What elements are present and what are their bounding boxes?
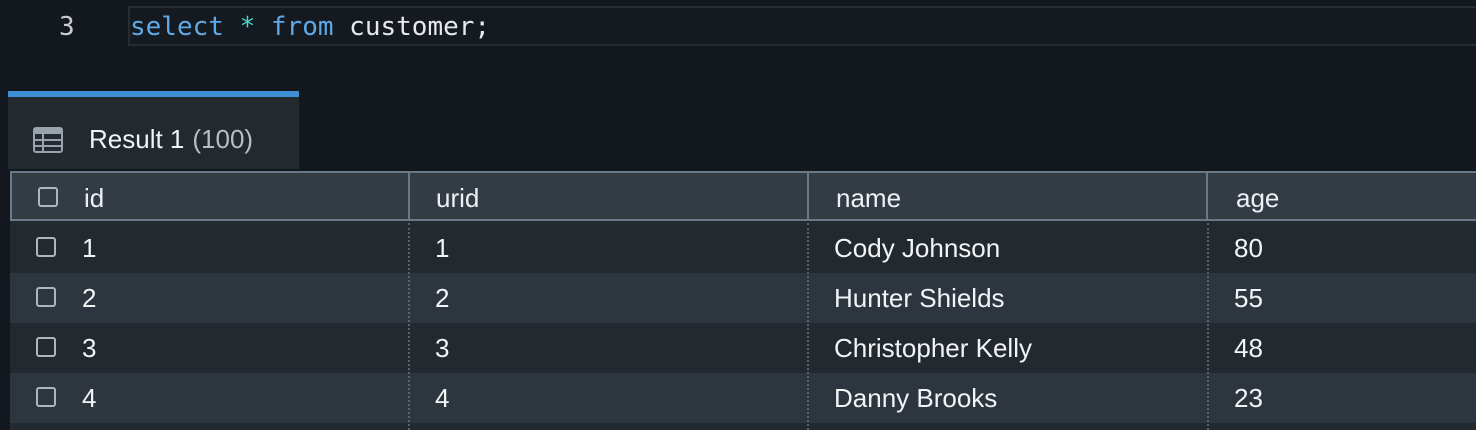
keyword-from: from bbox=[270, 12, 334, 42]
tab-label: Result 1 (100) bbox=[89, 124, 253, 154]
column-header-id[interactable]: id bbox=[10, 171, 410, 221]
cell-value: Cody Johnson bbox=[834, 233, 1001, 263]
table-row[interactable]: 2 2 Hunter Shields 55 bbox=[10, 273, 1476, 323]
row-checkbox[interactable] bbox=[36, 287, 56, 307]
cell-name[interactable]: Christopher Kelly bbox=[808, 323, 1208, 373]
table-row[interactable]: 4 4 Danny Brooks 23 bbox=[10, 373, 1476, 423]
column-header-age[interactable]: age bbox=[1206, 171, 1476, 221]
sql-editor[interactable]: 3 select * from customer; bbox=[0, 0, 1476, 56]
table-icon bbox=[33, 127, 63, 153]
column-separator bbox=[807, 223, 809, 430]
column-header-name[interactable]: name bbox=[807, 171, 1208, 221]
cell-value: 55 bbox=[1234, 283, 1263, 313]
cell-age[interactable]: 48 bbox=[1208, 323, 1476, 373]
column-separator bbox=[1207, 223, 1209, 430]
cell-value: 2 bbox=[435, 283, 450, 313]
results-grid: id urid name age 1 1 Cody Johnson 80 2 2… bbox=[10, 171, 1476, 430]
tab-result-1[interactable]: Result 1 (100) bbox=[8, 91, 299, 169]
cell-value: 3 bbox=[435, 333, 450, 363]
row-checkbox[interactable] bbox=[36, 237, 56, 257]
cell-value: 80 bbox=[1234, 233, 1263, 263]
cell-value: 48 bbox=[1234, 333, 1263, 363]
cell-value: Danny Brooks bbox=[834, 383, 998, 413]
table-row[interactable]: 1 1 Cody Johnson 80 bbox=[10, 223, 1476, 273]
row-count: (100) bbox=[192, 124, 254, 154]
cell-value: 1 bbox=[82, 233, 97, 263]
cell-id[interactable]: 1 bbox=[10, 223, 409, 273]
cell-name[interactable]: Cody Johnson bbox=[808, 223, 1208, 273]
tab-title: Result 1 bbox=[89, 124, 185, 154]
row-checkbox[interactable] bbox=[36, 337, 56, 357]
cell-urid[interactable]: 1 bbox=[409, 223, 808, 273]
cell-age[interactable]: 80 bbox=[1208, 223, 1476, 273]
cell-id[interactable]: 2 bbox=[10, 273, 409, 323]
semicolon: ; bbox=[474, 12, 491, 42]
table-identifier: customer bbox=[349, 12, 475, 42]
operator-star: * bbox=[239, 12, 256, 42]
column-header-label: id bbox=[84, 183, 105, 213]
keyword-select: select bbox=[130, 12, 224, 42]
column-separator bbox=[408, 223, 410, 430]
cell-value: 3 bbox=[82, 333, 97, 363]
cell-value: 1 bbox=[435, 233, 450, 263]
grid-header: id urid name age bbox=[10, 171, 1476, 221]
cell-id[interactable]: 4 bbox=[10, 373, 409, 423]
row-checkbox[interactable] bbox=[36, 387, 56, 407]
cell-age[interactable]: 23 bbox=[1208, 373, 1476, 423]
cell-age[interactable]: 55 bbox=[1208, 273, 1476, 323]
cell-value: 4 bbox=[82, 383, 97, 413]
column-header-urid[interactable]: urid bbox=[408, 171, 809, 221]
cell-value: 23 bbox=[1234, 383, 1263, 413]
active-code-line[interactable]: select * from customer; bbox=[128, 6, 1476, 46]
cell-value: 4 bbox=[435, 383, 450, 413]
line-number: 3 bbox=[59, 12, 75, 42]
column-header-label: urid bbox=[436, 183, 480, 213]
cell-id[interactable]: 3 bbox=[10, 323, 409, 373]
cell-name[interactable]: Hunter Shields bbox=[808, 273, 1208, 323]
cell-urid[interactable]: 2 bbox=[409, 273, 808, 323]
cell-urid[interactable]: 4 bbox=[409, 373, 808, 423]
cell-value: Hunter Shields bbox=[834, 283, 1005, 313]
cell-name[interactable]: Danny Brooks bbox=[808, 373, 1208, 423]
column-header-label: name bbox=[836, 183, 902, 213]
table-row[interactable]: 3 3 Christopher Kelly 48 bbox=[10, 323, 1476, 373]
column-header-label: age bbox=[1236, 183, 1280, 213]
cell-value: Christopher Kelly bbox=[834, 333, 1032, 363]
sql-statement[interactable]: select * from customer; bbox=[130, 10, 490, 44]
select-all-checkbox[interactable] bbox=[38, 187, 58, 207]
cell-urid[interactable]: 3 bbox=[409, 323, 808, 373]
cell-value: 2 bbox=[82, 283, 97, 313]
